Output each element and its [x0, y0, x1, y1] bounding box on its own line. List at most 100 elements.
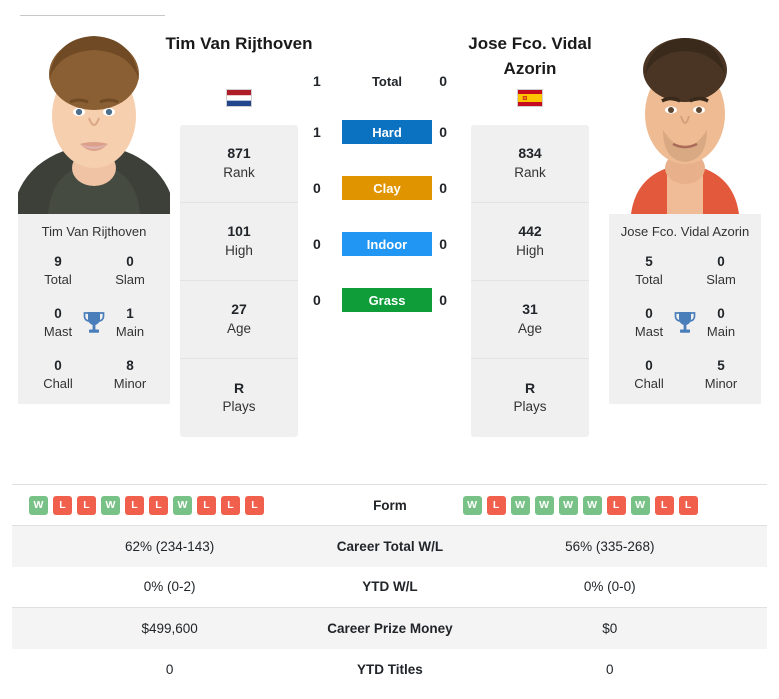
title-value: 5: [645, 254, 653, 269]
title-cell-chall: 0 Chall: [22, 357, 94, 393]
player-left-column: Tim Van Rijthoven 9 Total 0 Slam 0 Mast: [18, 18, 170, 405]
surface-row-grass: 0 Grass 0: [300, 272, 480, 328]
title-cell-slam: 0 Slam: [94, 253, 166, 289]
surface-score-left: 0: [313, 236, 321, 252]
surface-row-clay: 0 Clay 0: [300, 160, 480, 216]
surface-row-hard: 1 Hard 0: [300, 104, 480, 160]
stat-value: R: [233, 379, 245, 396]
surface-label: Total: [371, 73, 403, 89]
surface-badge-grass[interactable]: Grass: [342, 288, 432, 312]
form-badge-l: L: [53, 495, 72, 515]
stat-value: 101: [227, 223, 251, 240]
stat-value: 31: [522, 301, 538, 318]
stat-label: Age: [226, 320, 252, 336]
row-label: Form: [327, 484, 453, 526]
stat-row-age: 27 Age: [180, 281, 298, 359]
table-row-form: WLLWLLWLLL Form WLWWWWLWLL: [12, 484, 767, 526]
stat-row-rank: 834 Rank: [471, 125, 589, 203]
form-badge-l: L: [125, 495, 144, 515]
form-badges-right: WLWWWWLWLL: [453, 495, 767, 515]
player-left-name[interactable]: Tim Van Rijthoven: [154, 32, 324, 57]
form-badge-l: L: [245, 495, 264, 515]
stat-label: Rank: [223, 164, 255, 180]
head-to-head-section: Tim Van Rijthoven 9 Total 0 Slam 0 Mast: [0, 0, 779, 478]
form-badge-w: W: [510, 495, 530, 515]
stat-row-plays: R Plays: [180, 359, 298, 437]
title-cell-total: 5 Total: [613, 253, 685, 289]
surface-score-right: 0: [439, 292, 447, 308]
row-label: YTD Titles: [357, 661, 423, 677]
player-left-photo: [18, 18, 170, 214]
form-badge-w: W: [173, 495, 192, 515]
trophy-icon: [82, 310, 106, 336]
stat-value: 871: [227, 145, 251, 162]
stat-row-plays: R Plays: [471, 359, 589, 437]
table-row-career-prize-money: $499,600 Career Prize Money $0: [12, 607, 767, 649]
stat-row-age: 31 Age: [471, 281, 589, 359]
h2h-comparison-page: Tim Van Rijthoven 9 Total 0 Slam 0 Mast: [0, 0, 779, 699]
title-value: 9: [54, 254, 62, 269]
surface-score-right: 0: [439, 236, 447, 252]
surface-badge-hard[interactable]: Hard: [342, 120, 432, 144]
stat-label: Plays: [222, 399, 256, 415]
form-left-cell: WLLWLLWLLL: [12, 484, 328, 526]
title-cell-chall: 0 Chall: [613, 357, 685, 393]
stat-value: 834: [518, 145, 542, 162]
surface-row-total: 1 Total 0: [300, 58, 480, 104]
form-badge-w: W: [101, 495, 120, 515]
form-badge-w: W: [462, 495, 482, 515]
stat-row-high: 442 High: [471, 203, 589, 281]
title-value: 0: [126, 254, 134, 269]
stat-value: 27: [231, 301, 247, 318]
surface-score-right: 0: [439, 124, 447, 140]
player-right-photo: [609, 18, 761, 214]
form-badge-w: W: [630, 495, 650, 515]
value-left: $499,600: [12, 607, 328, 649]
form-badge-l: L: [678, 495, 698, 515]
surface-score-right: 0: [439, 180, 447, 196]
title-label: Slam: [115, 272, 145, 288]
row-label: Career Prize Money: [327, 607, 453, 649]
table-row-career-total-wl: 62% (234-143) Career Total W/L 56% (335-…: [12, 525, 767, 567]
surface-score-right: 0: [439, 73, 447, 89]
form-badge-l: L: [221, 495, 240, 515]
title-label: Minor: [704, 375, 738, 391]
player-right-stat-card: 834 Rank 442 High 31 Age R Plays: [471, 125, 589, 437]
title-value: 0: [54, 357, 62, 373]
title-label: Total: [44, 272, 72, 288]
stat-value: R: [524, 379, 536, 396]
stat-label: Age: [517, 320, 543, 336]
surface-badge-indoor[interactable]: Indoor: [342, 232, 432, 256]
form-badge-w: W: [534, 495, 554, 515]
player-comparison-table: WLLWLLWLLL Form WLWWWWLWLL 62% (234-143)…: [12, 484, 767, 690]
title-label: Total: [635, 272, 663, 288]
title-value: 0: [717, 254, 725, 269]
surface-score-left: 0: [313, 180, 321, 196]
title-label: Chall: [43, 375, 73, 391]
player-left-stat-card: 871 Rank 101 High 27 Age R Plays: [180, 125, 298, 437]
value-right: $0: [452, 607, 767, 649]
title-value: 5: [717, 357, 725, 373]
flag-spain-icon: [517, 89, 543, 107]
value-right: 0: [606, 661, 614, 677]
form-badge-w: W: [558, 495, 578, 515]
value-right: 0% (0-0): [583, 579, 636, 595]
title-label: Minor: [113, 375, 147, 391]
stat-row-rank: 871 Rank: [180, 125, 298, 203]
form-badge-l: L: [654, 495, 674, 515]
form-badge-l: L: [77, 495, 96, 515]
title-label: Chall: [634, 375, 664, 391]
form-badge-l: L: [149, 495, 168, 515]
surface-badge-clay[interactable]: Clay: [342, 176, 432, 200]
player-left-titles-grid: 9 Total 0 Slam 0 Mast 1 Main 0 Chall 8 M…: [22, 253, 166, 392]
stat-label: High: [225, 242, 253, 258]
value-left: 62% (234-143): [12, 525, 328, 567]
title-cell-minor: 5 Minor: [685, 357, 757, 393]
title-cell-slam: 0 Slam: [685, 253, 757, 289]
row-label: YTD W/L: [362, 579, 418, 595]
player-left-card-name: Tim Van Rijthoven: [41, 224, 147, 239]
form-right-cell: WLWWWWLWLL: [452, 484, 767, 526]
form-badges-left: WLLWLLWLLL: [12, 495, 327, 515]
player-right-column: Jose Fco. Vidal Azorin 5 Total 0 Slam 0 …: [609, 18, 761, 405]
title-cell-minor: 8 Minor: [94, 357, 166, 393]
